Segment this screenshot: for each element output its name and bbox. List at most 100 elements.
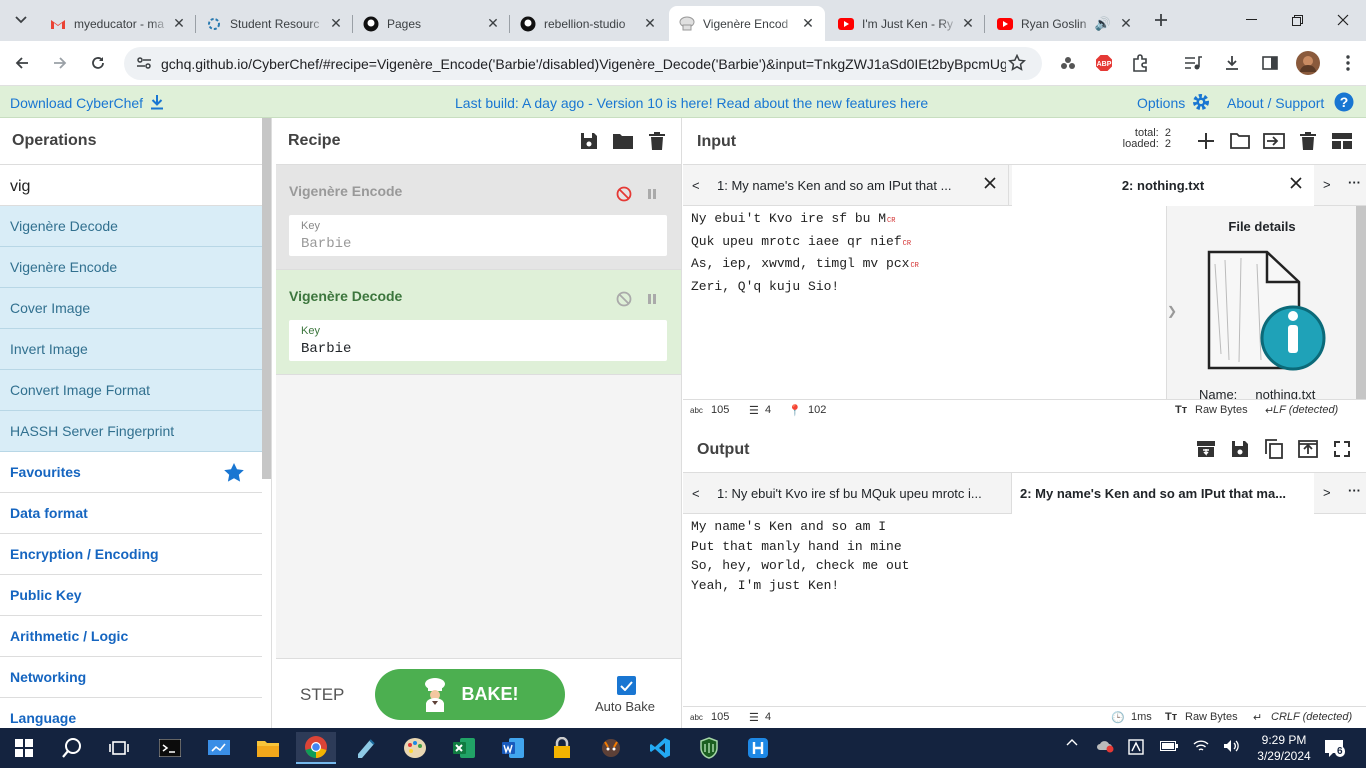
key-field[interactable]: Key Barbie <box>289 215 667 256</box>
download-cyberchef-link[interactable]: Download CyberChef <box>10 95 143 111</box>
tabs-right-arrow[interactable]: > <box>1323 485 1331 500</box>
back-button[interactable] <box>8 49 36 77</box>
search-icon[interactable] <box>52 732 92 764</box>
excel-icon[interactable] <box>444 732 484 764</box>
tabs-right-arrow[interactable]: > <box>1323 177 1331 192</box>
clear-input-trash-icon[interactable] <box>1297 130 1319 152</box>
tabs-left-arrow[interactable]: < <box>692 178 700 193</box>
terminal-icon[interactable] <box>150 732 190 764</box>
reset-layout-icon[interactable] <box>1331 130 1353 152</box>
browser-tab[interactable]: I'm Just Ken - Ry ✕ <box>828 6 985 41</box>
tabs-more-icon[interactable]: ··· <box>1348 175 1361 190</box>
op-result-convert-image-format[interactable]: Convert Image Format <box>0 370 262 411</box>
op-result-invert-image[interactable]: Invert Image <box>0 329 262 370</box>
close-tab-icon[interactable]: ✕ <box>799 15 817 33</box>
operations-scrollbar[interactable] <box>262 118 271 479</box>
category-networking[interactable]: Networking <box>0 657 262 698</box>
menu-kebab-icon[interactable] <box>1334 49 1362 77</box>
category-language[interactable]: Language <box>0 698 262 729</box>
output-tab-1[interactable]: 1: Ny ebui't Kvo ire sf bu MQuk upeu mro… <box>709 473 1012 514</box>
task-view-icon[interactable] <box>99 732 139 764</box>
downloads-icon[interactable] <box>1218 49 1246 77</box>
shield-app-icon[interactable] <box>689 732 729 764</box>
profile-avatar[interactable] <box>1294 49 1322 77</box>
close-tab-icon[interactable]: ✕ <box>327 15 345 33</box>
open-file-icon[interactable] <box>1263 130 1285 152</box>
reload-button[interactable] <box>84 49 112 77</box>
help-icon[interactable]: ? <box>1334 92 1354 112</box>
add-input-plus-icon[interactable] <box>1195 130 1217 152</box>
download-icon[interactable] <box>149 94 165 110</box>
hp-app-icon[interactable] <box>738 732 778 764</box>
browser-tab[interactable]: rebellion-studio ✕ <box>510 6 667 41</box>
operations-search-input[interactable]: vig <box>0 165 271 206</box>
save-recipe-icon[interactable] <box>578 130 600 152</box>
category-data-format[interactable]: Data format <box>0 493 262 534</box>
op-result-vigenere-decode[interactable]: Vigenère Decode <box>0 206 262 247</box>
tabs-more-icon[interactable]: ··· <box>1348 483 1361 498</box>
chr-enc-icon[interactable]: Tт <box>1165 711 1177 723</box>
browser-tab[interactable]: Pages ✕ <box>353 6 510 41</box>
side-panel-icon[interactable] <box>1256 49 1284 77</box>
op-result-vigenere-encode[interactable]: Vigenère Encode <box>0 247 262 288</box>
adblock-icon[interactable]: ABP <box>1090 49 1118 77</box>
control-panel-icon[interactable] <box>199 732 239 764</box>
version-notice[interactable]: Last build: A day ago - Version 10 is he… <box>455 95 928 111</box>
close-tab-icon[interactable]: ✕ <box>170 15 188 33</box>
notifications-icon[interactable]: 6 <box>1324 738 1345 758</box>
recipe-op-vigenere-decode[interactable]: Vigenère Decode Key Barbie <box>276 270 681 375</box>
wifi-icon[interactable] <box>1193 739 1209 753</box>
browser-tab[interactable]: myeducator - ma ✕ <box>40 6 196 41</box>
extensions-puzzle-icon[interactable] <box>1126 49 1154 77</box>
options-link[interactable]: Options <box>1137 95 1185 111</box>
close-tab-icon[interactable]: ✕ <box>1117 15 1135 33</box>
category-favourites[interactable]: Favourites <box>0 452 262 493</box>
breakpoint-pause-icon[interactable] <box>643 185 661 203</box>
category-arithmetic-logic[interactable]: Arithmetic / Logic <box>0 616 262 657</box>
security-lock-icon[interactable] <box>542 732 582 764</box>
chr-enc-icon[interactable]: Tт <box>1175 404 1187 416</box>
word-icon[interactable] <box>493 732 533 764</box>
clear-recipe-trash-icon[interactable] <box>646 130 668 152</box>
notepad-icon[interactable] <box>346 732 386 764</box>
key-field[interactable]: Key Barbie <box>289 320 667 361</box>
battery-icon[interactable] <box>1160 741 1178 751</box>
browser-tab-active[interactable]: Vigenère Encod ✕ <box>669 6 825 41</box>
new-tab-button[interactable] <box>1147 6 1175 34</box>
vscode-icon[interactable] <box>640 732 680 764</box>
recipe-op-vigenere-encode-disabled[interactable]: Vigenère Encode Key Barbie <box>276 165 681 270</box>
open-folder-icon[interactable] <box>1229 130 1251 152</box>
breakpoint-pause-icon[interactable] <box>643 290 661 308</box>
output-text[interactable]: My name's Ken and so am I Put that manly… <box>683 514 1366 706</box>
key-value[interactable]: Barbie <box>301 236 351 252</box>
tray-app-icon[interactable] <box>1128 739 1144 755</box>
disable-op-icon[interactable] <box>615 290 633 308</box>
restore-button[interactable] <box>1274 0 1320 40</box>
paint-icon[interactable] <box>395 732 435 764</box>
game-app-icon[interactable] <box>591 732 631 764</box>
gear-icon[interactable] <box>1191 92 1211 112</box>
browser-tab[interactable]: Ryan Goslin 🔊 ✕ <box>987 6 1143 41</box>
bookmark-star-icon[interactable] <box>1008 54 1026 72</box>
save-all-outputs-icon[interactable] <box>1195 438 1217 460</box>
site-info-icon[interactable] <box>136 56 152 70</box>
copy-output-icon[interactable] <box>1263 438 1285 460</box>
collapse-details-icon[interactable]: ❯ <box>1167 304 1177 318</box>
show-hidden-icons[interactable] <box>1066 738 1078 746</box>
file-explorer-icon[interactable] <box>248 732 288 764</box>
close-window-button[interactable] <box>1320 0 1366 40</box>
save-output-icon[interactable] <box>1229 438 1251 460</box>
speaker-icon[interactable]: 🔊 <box>1095 16 1111 32</box>
system-clock[interactable]: 9:29 PM 3/29/2024 <box>1252 732 1316 764</box>
key-value[interactable]: Barbie <box>301 341 351 357</box>
input-textarea[interactable]: Ny ebui't Kvo ire sf bu MCR Quk upeu mro… <box>683 206 1165 399</box>
chrome-icon[interactable] <box>296 732 336 764</box>
close-tab-icon[interactable]: ✕ <box>641 15 659 33</box>
close-tab-icon[interactable]: ✕ <box>959 15 977 33</box>
disable-op-icon[interactable] <box>615 185 633 203</box>
start-windows-icon[interactable] <box>4 732 44 764</box>
op-result-cover-image[interactable]: Cover Image <box>0 288 262 329</box>
close-input-tab-icon[interactable] <box>984 177 996 189</box>
op-result-hassh-server-fingerprint[interactable]: HASSH Server Fingerprint <box>0 411 262 452</box>
maximise-output-icon[interactable] <box>1331 438 1353 460</box>
